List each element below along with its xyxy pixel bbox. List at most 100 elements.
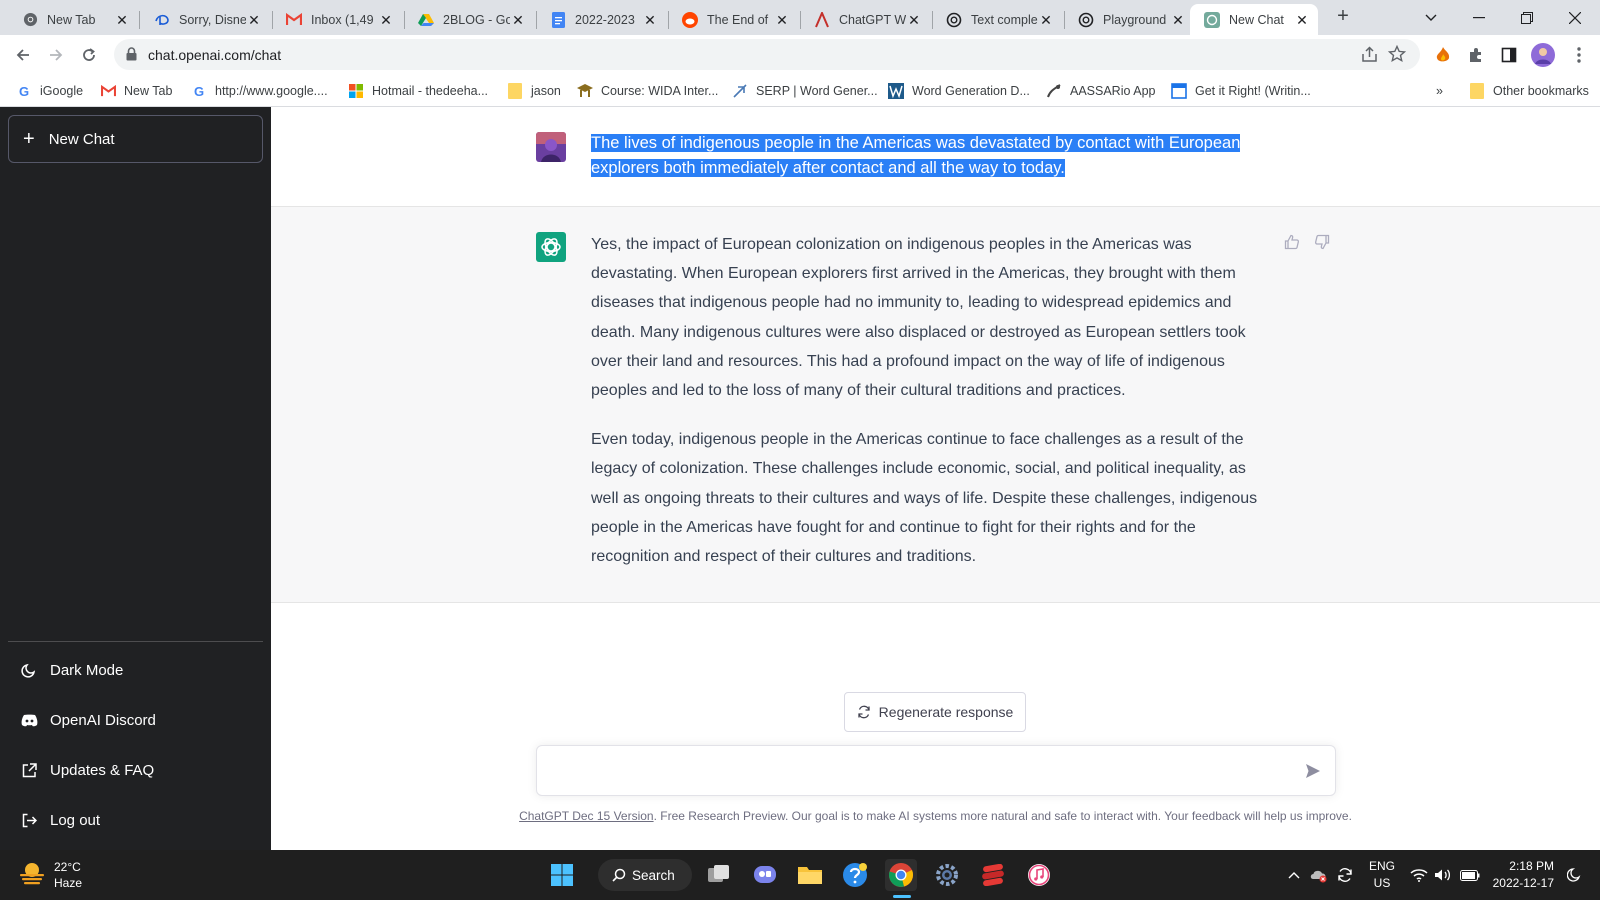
tab-new-tab[interactable]: New Tab ✕ — [8, 4, 138, 35]
back-button[interactable] — [10, 42, 36, 68]
send-icon[interactable] — [1303, 761, 1323, 781]
address-bar[interactable]: chat.openai.com/chat — [114, 39, 1420, 70]
start-button[interactable] — [546, 859, 578, 891]
file-explorer-button[interactable] — [794, 859, 826, 891]
settings-button[interactable] — [931, 859, 963, 891]
language-indicator[interactable]: ENG US — [1368, 858, 1396, 892]
external-link-icon — [20, 761, 38, 779]
logout-icon — [20, 811, 38, 829]
tab-title: Sorry, Disne — [179, 12, 246, 27]
windows-taskbar: 22°C Haze Search ENG US 2:18 PM 2022-12-… — [0, 850, 1600, 900]
sidebar-item-log-out[interactable]: Log out — [8, 798, 263, 842]
message-input[interactable] — [553, 760, 1273, 782]
wifi-icon[interactable] — [1408, 850, 1430, 900]
task-view-button[interactable] — [703, 859, 735, 891]
tab-new-chat[interactable]: New Chat ✕ — [1190, 4, 1318, 35]
sidebar-item-discord[interactable]: OpenAI Discord — [8, 698, 263, 742]
version-link[interactable]: ChatGPT Dec 15 Version — [519, 809, 654, 823]
close-icon[interactable]: ✕ — [642, 12, 658, 28]
new-tab-button[interactable]: + — [1331, 5, 1355, 29]
close-window-button[interactable] — [1552, 0, 1598, 35]
assistant-paragraph: Even today, indigenous people in the Ame… — [591, 431, 1258, 566]
forward-button[interactable] — [43, 42, 69, 68]
close-icon[interactable]: ✕ — [1038, 12, 1054, 28]
tab-docs[interactable]: 2022-2023 ✕ — [536, 4, 666, 35]
new-chat-button[interactable]: + New Chat — [8, 115, 263, 163]
minimize-button[interactable] — [1456, 0, 1502, 35]
message-input-box[interactable] — [536, 745, 1336, 796]
url-text[interactable]: chat.openai.com/chat — [148, 47, 281, 63]
discord-icon — [20, 711, 38, 729]
bookmark-get-it-right[interactable]: Get it Right! (Writin... — [1171, 81, 1311, 101]
close-icon[interactable]: ✕ — [774, 12, 790, 28]
close-icon[interactable]: ✕ — [906, 12, 922, 28]
battery-icon[interactable] — [1458, 850, 1482, 900]
windows-logo-icon — [551, 864, 573, 886]
tab-search-button[interactable] — [1408, 0, 1454, 35]
bookmark-word-generation[interactable]: Word Generation D... — [888, 81, 1030, 101]
assistant-message: Yes, the impact of European colonization… — [271, 207, 1600, 603]
volume-icon[interactable] — [1432, 850, 1454, 900]
tab-text-completion[interactable]: Text comple ✕ — [932, 4, 1062, 35]
tab-playground[interactable]: Playground ✕ — [1064, 4, 1194, 35]
teams-chat-button[interactable] — [749, 859, 781, 891]
share-icon[interactable] — [1361, 46, 1378, 68]
bookmark-new-tab[interactable]: New Tab — [100, 81, 172, 101]
regenerate-response-button[interactable]: Regenerate response — [844, 692, 1026, 732]
lock-icon[interactable] — [126, 47, 137, 66]
bookmarks-bar: G iGoogle New Tab G http://www.google...… — [0, 74, 1600, 107]
bookmark-other[interactable]: Other bookmarks — [1469, 81, 1589, 101]
thumbs-up-icon[interactable] — [1281, 231, 1303, 253]
bookmark-serp[interactable]: SERP | Word Gener... — [732, 81, 878, 101]
restore-button[interactable] — [1504, 0, 1550, 35]
chatgpt-icon — [1204, 11, 1220, 28]
reload-button[interactable] — [76, 42, 102, 68]
chat-main: The lives of indigenous people in the Am… — [271, 107, 1600, 850]
google-drive-icon — [418, 12, 434, 28]
bookmark-igoogle[interactable]: G iGoogle — [16, 81, 83, 101]
close-icon[interactable]: ✕ — [1170, 12, 1186, 28]
reddit-icon — [682, 11, 698, 28]
system-clock[interactable]: 2:18 PM 2022-12-17 — [1490, 858, 1554, 892]
kebab-menu-icon[interactable] — [1568, 44, 1590, 66]
tab-disney[interactable]: Sorry, Disne ✕ — [140, 4, 270, 35]
extension-fire-icon[interactable] — [1432, 44, 1454, 66]
chrome-taskbar-button[interactable] — [885, 859, 917, 891]
folder-icon — [1469, 83, 1485, 99]
show-hidden-icons-button[interactable] — [1284, 850, 1304, 900]
tab-gmail[interactable]: Inbox (1,49 ✕ — [272, 4, 402, 35]
itunes-button[interactable] — [1023, 859, 1055, 891]
more-bookmarks-button[interactable]: » — [1436, 81, 1443, 101]
app-stack-button[interactable] — [977, 859, 1009, 891]
close-icon[interactable]: ✕ — [1294, 12, 1310, 28]
folder-icon — [507, 83, 523, 99]
thumbs-down-icon[interactable] — [1311, 231, 1333, 253]
user-avatar — [536, 132, 566, 162]
side-panel-icon[interactable] — [1498, 44, 1520, 66]
close-icon[interactable]: ✕ — [510, 12, 526, 28]
close-icon[interactable]: ✕ — [114, 12, 130, 28]
close-icon[interactable]: ✕ — [246, 12, 262, 28]
bookmark-aassario[interactable]: AASSARio App — [1046, 81, 1155, 101]
bookmark-google-url[interactable]: G http://www.google.... — [191, 81, 328, 101]
notifications-icon[interactable] — [1562, 850, 1588, 900]
close-icon[interactable]: ✕ — [378, 12, 394, 28]
sidebar-item-updates-faq[interactable]: Updates & FAQ — [8, 748, 263, 792]
weather-widget[interactable]: 22°C Haze — [18, 859, 82, 891]
profile-avatar[interactable] — [1530, 42, 1556, 68]
tab-chatgpt-article[interactable]: ChatGPT W ✕ — [800, 4, 930, 35]
bookmark-hotmail[interactable]: Hotmail - thedeeha... — [348, 81, 488, 101]
user-message-text: The lives of indigenous people in the Am… — [591, 131, 1241, 181]
star-icon[interactable] — [1387, 44, 1407, 68]
help-app-button[interactable] — [839, 859, 871, 891]
bookmark-wida-course[interactable]: Course: WIDA Inter... — [577, 81, 718, 101]
tab-reddit[interactable]: The End of ✕ — [668, 4, 798, 35]
sidebar-item-dark-mode[interactable]: Dark Mode — [8, 648, 263, 692]
sync-icon[interactable] — [1334, 850, 1356, 900]
tab-title: The End of — [707, 12, 769, 27]
bookmark-jason[interactable]: jason — [507, 81, 561, 101]
taskbar-search-button[interactable]: Search — [598, 859, 692, 891]
tab-drive[interactable]: 2BLOG - Go ✕ — [404, 4, 534, 35]
onedrive-error-icon[interactable] — [1308, 850, 1330, 900]
extensions-puzzle-icon[interactable] — [1465, 44, 1487, 66]
